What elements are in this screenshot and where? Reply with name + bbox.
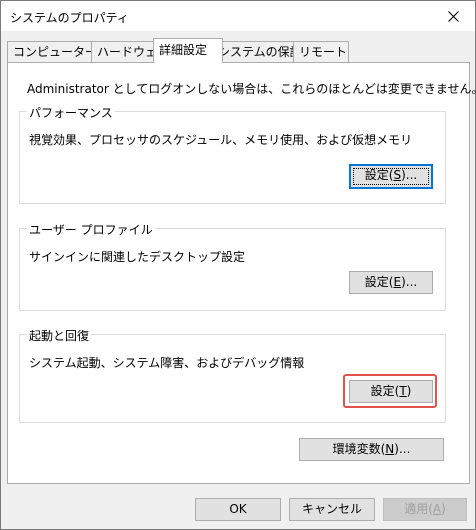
tab-system-protection[interactable]: システムの保護	[212, 41, 304, 62]
window-title: システムのプロパティ	[10, 11, 129, 25]
startup-recovery-description: システム起動、システム障害、およびデバッグ情報	[29, 356, 305, 370]
system-properties-dialog: システムのプロパティ コンピューター名 ハードウェア 詳細設定 システムの保護 …	[0, 0, 476, 530]
tab-remote[interactable]: リモート	[293, 41, 349, 62]
ok-button[interactable]: OK	[195, 498, 281, 521]
apply-button[interactable]: 適用(A)	[383, 498, 467, 521]
startup-recovery-group: 起動と回復 システム起動、システム障害、およびデバッグ情報 設定(T)	[19, 327, 446, 423]
startup-recovery-title: 起動と回復	[27, 327, 92, 344]
performance-settings-button[interactable]: 設定(S)...	[349, 164, 433, 189]
user-profile-description: サインインに関連したデスクトップ設定	[29, 250, 246, 264]
performance-title: パフォーマンス	[27, 104, 115, 121]
advanced-tab-panel: Administrator としてログオンしない場合は、これらのほとんどは変更で…	[7, 62, 476, 484]
performance-description: 視覚効果、プロセッサのスケジュール、メモリ使用、および仮想メモリ	[29, 133, 413, 147]
performance-group: パフォーマンス 視覚効果、プロセッサのスケジュール、メモリ使用、および仮想メモリ…	[19, 104, 446, 204]
close-icon[interactable]	[431, 1, 475, 31]
tab-computer-name[interactable]: コンピューター名	[7, 41, 109, 62]
tab-advanced[interactable]: 詳細設定	[153, 38, 223, 63]
user-profile-title: ユーザー プロファイル	[27, 221, 155, 238]
user-profile-settings-button[interactable]: 設定(E)...	[349, 271, 433, 294]
user-profile-group: ユーザー プロファイル サインインに関連したデスクトップ設定 設定(E)...	[19, 221, 446, 311]
admin-notice: Administrator としてログオンしない場合は、これらのほとんどは変更で…	[27, 82, 476, 96]
title-bar: システムのプロパティ	[1, 1, 475, 31]
cancel-button[interactable]: キャンセル	[289, 498, 375, 521]
environment-variables-button[interactable]: 環境変数(N)...	[299, 438, 444, 461]
highlight-box	[343, 374, 437, 408]
